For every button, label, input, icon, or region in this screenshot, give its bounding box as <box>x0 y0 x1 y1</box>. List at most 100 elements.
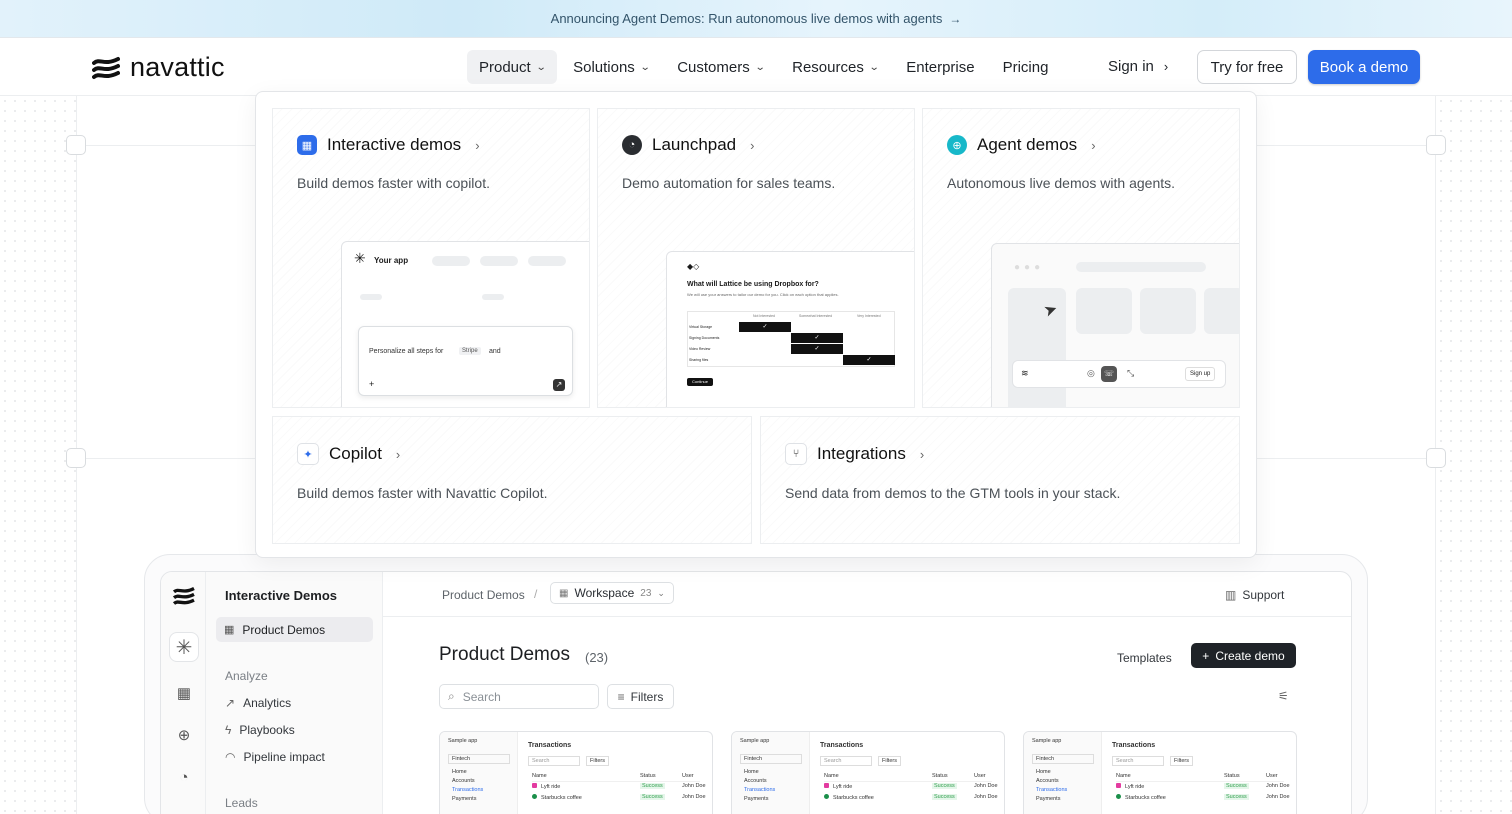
thumb-col: Status <box>1224 773 1240 779</box>
workspace-select[interactable]: ▦ Workspace 23 ⌄ <box>550 582 674 604</box>
nav-customers[interactable]: Customers ⌄ <box>665 50 776 84</box>
form-selected-cell[interactable]: ✓ <box>843 355 895 365</box>
chevron-right-icon: › <box>475 137 480 153</box>
product-mega-menu: ▦ Interactive demos › Build demos faster… <box>255 91 1257 558</box>
lyft-icon <box>1116 783 1121 788</box>
window-dots: ●●● <box>1014 262 1045 273</box>
card-title: Launchpad <box>652 135 737 154</box>
filters-label: Filters <box>630 689 664 704</box>
nav-links: Product ⌄ Solutions ⌄ Customers ⌄ Resources… <box>467 50 1060 84</box>
placeholder-bar <box>480 256 518 266</box>
sidebar-item-label: Product Demos <box>242 622 326 637</box>
thumb-title: Transactions <box>1112 742 1156 749</box>
chevron-down-icon: ⌄ <box>535 61 547 73</box>
nav-product[interactable]: Product ⌄ <box>467 50 558 84</box>
signup-button[interactable]: Sign up <box>1185 367 1216 381</box>
book-demo-button[interactable]: Book a demo <box>1308 50 1420 84</box>
sliders-icon[interactable]: ⚟ <box>1278 689 1289 703</box>
thumb-cell: Starbucks coffee <box>1125 795 1166 801</box>
nav-pricing[interactable]: Pricing <box>991 50 1061 84</box>
launch-icon[interactable]: ◔ <box>169 762 199 792</box>
app-window: ✳ ▦ ⊕ ◔ Interactive Demos ▦ Product Demos… <box>160 571 1352 814</box>
placeholder-bar <box>1076 262 1206 272</box>
page-count: (23) <box>585 650 609 665</box>
continue-button[interactable]: Continue <box>687 378 713 386</box>
copilot-mockup: ✳ Your app Personalize all steps for Str… <box>341 241 589 407</box>
thumb-nav: Transactions <box>452 787 484 793</box>
sign-in-link[interactable]: Sign in › <box>1108 58 1168 75</box>
navattic-logo-icon: ≋ <box>1021 368 1029 378</box>
thumb-title: Transactions <box>820 742 864 749</box>
sidebar-item-product-demos[interactable]: ▦ Product Demos <box>216 617 373 642</box>
search-icon: ⌕ <box>448 689 455 703</box>
menu-card-integrations[interactable]: ⑂ Integrations › Send data from demos to… <box>760 416 1240 544</box>
demo-card[interactable]: Sample app Fintech Home Accounts Transac… <box>1023 731 1297 814</box>
top-nav: navattic Product ⌄ Solutions ⌄ Customers ⌄ … <box>0 38 1512 96</box>
thumb-search: Search <box>820 756 872 766</box>
menu-card-agent-demos[interactable]: ⊕ Agent demos › Autonomous live demos wi… <box>922 108 1240 408</box>
hangup-icon[interactable]: ☏ <box>1101 366 1117 382</box>
agent-tile <box>1076 288 1132 334</box>
create-demo-button[interactable]: + Create demo <box>1191 643 1296 668</box>
sparkle-icon: ✦ <box>297 443 319 465</box>
try-free-button[interactable]: Try for free <box>1197 50 1297 84</box>
search-input[interactable]: ⌕ Search <box>439 684 599 709</box>
thumb-col: Name <box>824 773 839 779</box>
nav-enterprise-label: Enterprise <box>906 58 975 76</box>
thumb-cell: John Doe <box>682 794 706 800</box>
dropbox-icon: ◆◇ <box>687 262 700 271</box>
sidebar-item-playbooks[interactable]: ϟ Playbooks <box>225 723 295 737</box>
banner-text: Announcing Agent Demos: Run autonomous l… <box>550 11 943 26</box>
starbucks-icon <box>1116 794 1121 799</box>
frame-corner <box>66 135 86 155</box>
support-link[interactable]: ▥ Support <box>1225 588 1284 602</box>
sidebar-item-analytics[interactable]: ↗ Analytics <box>225 696 291 710</box>
prompt-text: Personalize all steps for <box>369 348 444 355</box>
sidebar-item-pipeline-impact[interactable]: ◠ Pipeline impact <box>225 750 325 764</box>
gauge-icon: ◠ <box>225 750 236 764</box>
demo-card[interactable]: Sample app Fintech Home Accounts Transac… <box>731 731 1005 814</box>
nav-solutions[interactable]: Solutions ⌄ <box>561 50 661 84</box>
card-description: Send data from demos to the GTM tools in… <box>785 485 1121 501</box>
thumb-nav: Payments <box>452 796 477 802</box>
form-selected-cell[interactable]: ✓ <box>791 344 843 354</box>
placeholder-bar <box>482 294 504 300</box>
git-branch-icon: ⑂ <box>785 443 807 465</box>
thumb-cell: Lyft ride <box>541 784 561 790</box>
agent-tile <box>1204 288 1239 334</box>
thumb-divider <box>824 781 992 782</box>
nav-customers-label: Customers <box>677 58 750 76</box>
globe-icon[interactable]: ⊕ <box>169 720 199 750</box>
menu-card-interactive-demos[interactable]: ▦ Interactive demos › Build demos faster… <box>272 108 590 408</box>
thumb-col: Status <box>640 773 656 779</box>
plus-icon: + <box>1202 648 1210 663</box>
nav-enterprise[interactable]: Enterprise <box>894 50 986 84</box>
menu-card-launchpad[interactable]: ◔ Launchpad › Demo automation for sales … <box>597 108 915 408</box>
templates-button[interactable]: Templates <box>1117 651 1172 665</box>
grid-icon[interactable]: ▦ <box>169 678 199 708</box>
demo-card[interactable]: Sample app Fintech Home Accounts Transac… <box>439 731 713 814</box>
collapse-icon[interactable]: ⤡ <box>1127 368 1134 379</box>
mic-icon[interactable]: ◎ <box>1087 368 1095 379</box>
lyft-icon <box>532 783 537 788</box>
nav-resources[interactable]: Resources ⌄ <box>780 50 890 84</box>
thumb-nav: Payments <box>744 796 769 802</box>
announcement-banner[interactable]: Announcing Agent Demos: Run autonomous l… <box>0 0 1512 38</box>
thumb-col: Name <box>532 773 547 779</box>
asterisk-icon[interactable]: ✳ <box>169 632 199 662</box>
prompt-box[interactable]: Personalize all steps for Stripe and + ↗ <box>358 326 573 396</box>
thumb-select: Fintech <box>448 754 510 764</box>
app-sidebar: Interactive Demos ▦ Product Demos Analyze… <box>206 572 383 814</box>
thumb-cell: Starbucks coffee <box>541 795 582 801</box>
thumb-cell: John Doe <box>974 794 998 800</box>
thumb-nav: Accounts <box>452 778 475 784</box>
breadcrumb-root[interactable]: Product Demos <box>442 588 525 602</box>
form-selected-cell[interactable]: ✓ <box>791 333 843 343</box>
navattic-logo-icon <box>92 56 120 79</box>
card-header: ⑂ Integrations › <box>785 443 924 465</box>
filters-button[interactable]: ≡ Filters <box>607 684 674 709</box>
logo[interactable]: navattic <box>92 52 225 83</box>
send-icon[interactable]: ↗ <box>553 379 565 391</box>
menu-card-copilot[interactable]: ✦ Copilot › Build demos faster with Nava… <box>272 416 752 544</box>
form-selected-cell[interactable]: ✓ <box>739 322 791 332</box>
